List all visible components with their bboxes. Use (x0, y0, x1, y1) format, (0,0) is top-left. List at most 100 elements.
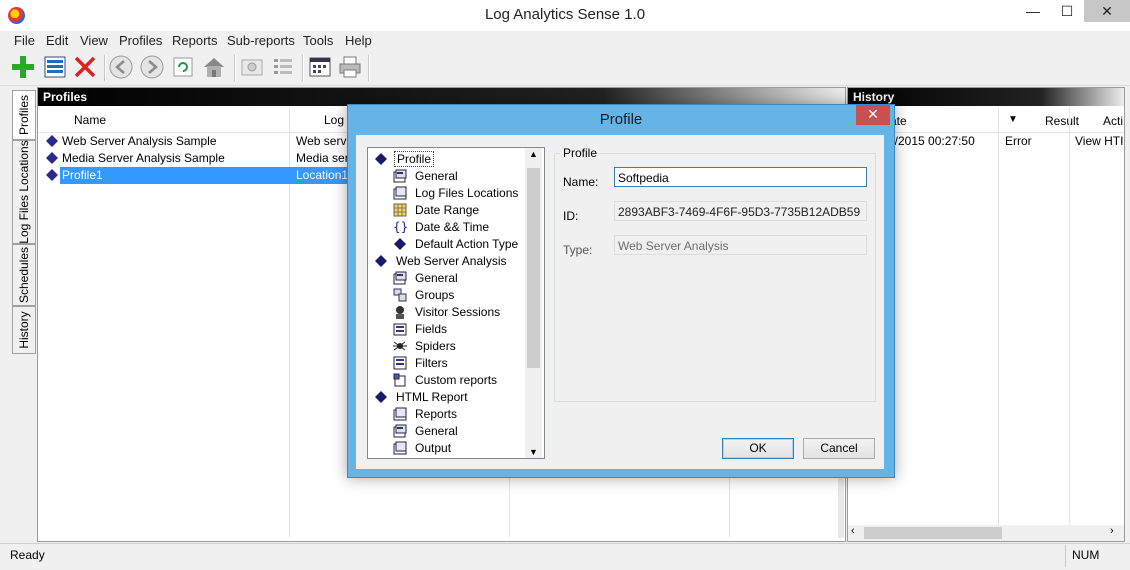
dialog-close-button[interactable]: ✕ (856, 105, 890, 125)
row-location: Media serv (296, 151, 355, 165)
diamond-icon (374, 254, 388, 268)
menu-profiles[interactable]: Profiles (119, 33, 162, 48)
menu-edit[interactable]: Edit (46, 33, 68, 48)
cancel-button[interactable]: Cancel (803, 438, 875, 459)
visitor-icon (393, 305, 407, 319)
toolbar-separator (302, 55, 304, 81)
tree-node-label: Date && Time (415, 220, 490, 234)
scroll-left-icon[interactable]: ‹ (851, 525, 855, 537)
menu-reports[interactable]: Reports (172, 33, 218, 48)
dialog-body: Profile General Log Files Locations Date Ra… (356, 135, 884, 469)
tab-schedules-label: Schedules (17, 246, 31, 304)
toolbar-separator (234, 55, 236, 81)
tree-node-label: Profile (394, 151, 435, 167)
delete-icon[interactable] (72, 54, 98, 80)
menu-file[interactable]: File (14, 33, 35, 48)
tree-node-label: Web Server Analysis (396, 254, 507, 268)
maximize-button[interactable]: ☐ (1050, 0, 1084, 22)
tab-log-files-locations-label: Log Files Locations (17, 140, 31, 244)
column-header-name[interactable]: Name (74, 113, 106, 127)
groups-icon (393, 288, 407, 302)
back-icon[interactable] (108, 54, 134, 80)
profile-dialog: Profile ✕ Profile General Log Files Locati… (347, 104, 895, 478)
tab-profiles[interactable]: Profiles (12, 90, 36, 140)
tree-node-label: HTML Report (396, 390, 468, 404)
tree-node-label: Output (415, 441, 452, 455)
name-field[interactable]: Softpedia (614, 167, 867, 187)
print-icon[interactable] (337, 54, 363, 80)
row-location: Web serve (296, 134, 354, 148)
menu-help[interactable]: Help (345, 33, 372, 48)
ok-button[interactable]: OK (722, 438, 794, 459)
scroll-right-icon[interactable]: › (1110, 525, 1114, 537)
row-action-link[interactable]: View HTI (1075, 134, 1123, 148)
tree-node-label: Reports (415, 407, 458, 421)
column-divider (1069, 107, 1070, 525)
close-button[interactable]: ✕ (1084, 0, 1130, 22)
type-label: Type: (563, 243, 593, 257)
row-date: 3/2015 00:27:50 (888, 134, 975, 148)
menu-view[interactable]: View (80, 33, 108, 48)
menu-sub-reports[interactable]: Sub-reports (227, 33, 295, 48)
chevron-up-icon[interactable]: ▲ (529, 149, 538, 159)
scrollbar-thumb[interactable] (527, 168, 540, 368)
tree-node-label: Groups (415, 288, 455, 302)
tab-history-label: History (17, 311, 31, 349)
tab-schedules[interactable]: Schedules (12, 244, 36, 306)
diamond-icon (46, 152, 58, 164)
chevron-down-icon[interactable]: ▼ (529, 447, 538, 457)
name-label: Name: (563, 175, 599, 189)
diamond-icon (374, 152, 388, 166)
status-text: Ready (10, 548, 45, 562)
screenshot-icon[interactable] (239, 54, 265, 80)
tree-node-label: General (415, 169, 458, 183)
braces-icon: {} (393, 220, 408, 234)
toolbar-separator (368, 55, 370, 81)
profile-group-box (554, 153, 876, 402)
row-result: Error (1005, 134, 1032, 148)
folder-icon (393, 407, 407, 421)
tree-node-label: Custom reports (415, 373, 498, 387)
add-icon[interactable] (10, 54, 36, 80)
calendar-icon[interactable] (307, 54, 333, 80)
sort-down-icon[interactable]: ▼ (1008, 114, 1018, 125)
diamond-icon (46, 169, 58, 181)
calendar-icon (393, 203, 407, 217)
folder-icon (393, 441, 407, 455)
tree-scrollbar[interactable]: ▲ ▼ (525, 148, 542, 458)
tab-log-files-locations[interactable]: Log Files Locations (12, 140, 36, 244)
column-header-result[interactable]: Result (1045, 114, 1079, 128)
refresh-icon[interactable] (170, 54, 196, 80)
tree-node-label: Date Range (415, 203, 480, 217)
status-divider (1065, 545, 1066, 567)
id-label: ID: (563, 209, 579, 223)
tab-history[interactable]: History (12, 306, 36, 354)
dialog-title: Profile (599, 111, 643, 128)
tree-node-label: Visitor Sessions (415, 305, 501, 319)
column-divider (998, 107, 999, 525)
title-bar: Log Analytics Sense 1.0 — ☐ ✕ (0, 0, 1130, 31)
name-value: Softpedia (618, 171, 669, 185)
tree-node-label: Default Action Type (415, 237, 519, 251)
minimize-button[interactable]: — (1016, 0, 1050, 22)
history-horizontal-scrollbar[interactable]: ‹ › (848, 525, 1124, 541)
column-header-action[interactable]: Acti (1103, 114, 1123, 128)
type-value: Web Server Analysis (618, 239, 729, 253)
settings-tree: Profile General Log Files Locations Date Ra… (367, 147, 545, 459)
tree-node-label: Fields (415, 322, 448, 336)
custom-report-icon (393, 373, 407, 387)
fields-icon (393, 322, 407, 336)
home-icon[interactable] (201, 54, 227, 80)
menu-tools[interactable]: Tools (303, 33, 333, 48)
scrollbar-thumb[interactable] (864, 527, 1002, 539)
forward-icon[interactable] (139, 54, 165, 80)
group-label: Profile (560, 146, 601, 160)
list-icon[interactable] (270, 54, 296, 80)
properties-icon[interactable] (42, 54, 68, 80)
tree-node-label: Log Files Locations (415, 186, 519, 200)
filter-icon (393, 356, 407, 370)
svg-text:{}: {} (393, 220, 407, 234)
diamond-icon (374, 390, 388, 404)
tree-node-label: Spiders (415, 339, 456, 353)
folder-icon (393, 186, 407, 200)
